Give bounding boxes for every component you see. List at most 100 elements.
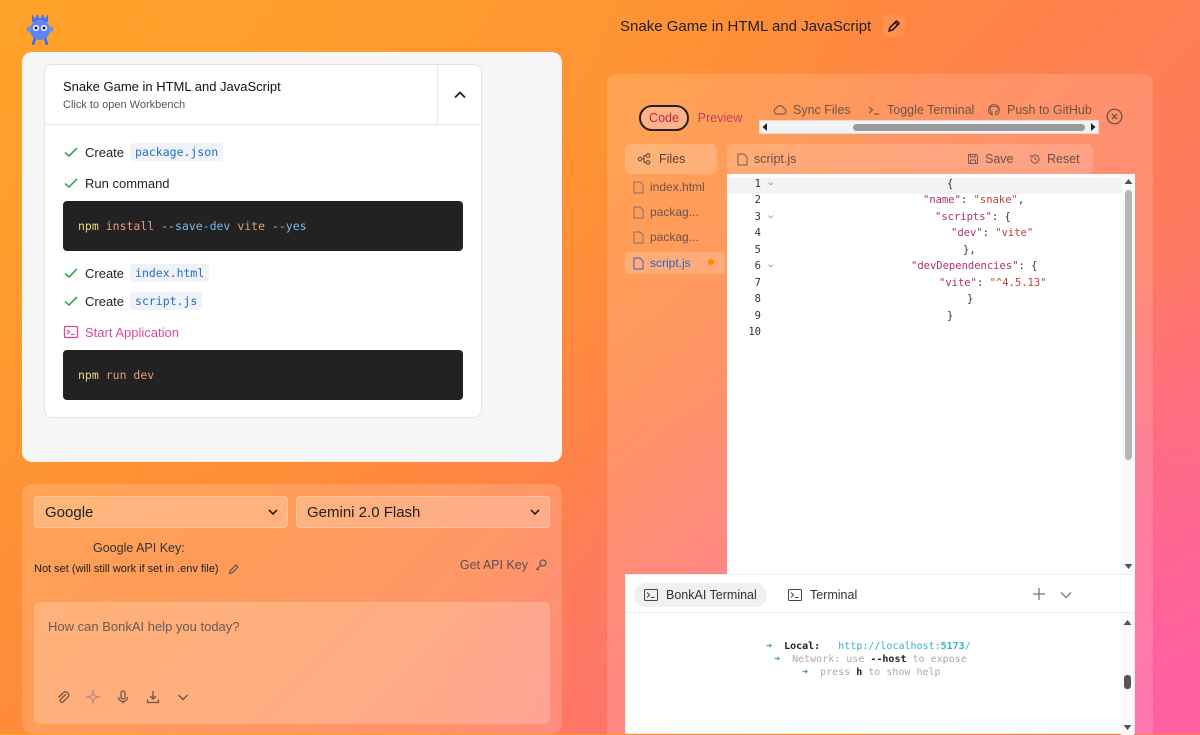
- line-number: 3: [754, 211, 761, 223]
- tab-bonkai-terminal[interactable]: BonkAI Terminal: [634, 583, 767, 607]
- tab-terminal[interactable]: Terminal: [778, 583, 867, 607]
- terminal-line-help: ➜ press h to show help: [802, 667, 941, 678]
- scroll-down-icon[interactable]: [1122, 562, 1135, 572]
- floppy-disk-icon: [968, 154, 978, 164]
- cmd-install: install: [105, 219, 155, 233]
- github-icon: [988, 103, 1000, 116]
- line-number: 6: [754, 260, 761, 272]
- code-editor[interactable]: 1 ⌵ { 2 "name": "snake", 3 ⌵ "scripts": …: [727, 174, 1135, 574]
- scroll-right-icon[interactable]: [1089, 121, 1097, 133]
- more-options-button[interactable]: [174, 688, 192, 706]
- save-button[interactable]: Save: [967, 152, 1014, 166]
- artifact-header[interactable]: Snake Game in HTML and JavaScript Click …: [45, 65, 481, 125]
- line-number: 1: [754, 178, 761, 190]
- add-terminal-icon[interactable]: [1030, 585, 1048, 603]
- reset-button[interactable]: Reset: [1029, 152, 1080, 166]
- microphone-icon: [117, 690, 129, 704]
- step-run-command: Run command: [63, 175, 170, 191]
- reset-label: Reset: [1047, 152, 1080, 166]
- close-workbench-icon[interactable]: [1106, 108, 1123, 125]
- cmd-npm: npm: [78, 219, 99, 233]
- get-api-key-link[interactable]: Get API Key: [460, 558, 548, 572]
- api-key-status: Not set (will still work if set in .env …: [34, 562, 241, 576]
- fold-icon[interactable]: ⌵: [768, 260, 773, 270]
- file-item-index-html[interactable]: index.html: [625, 176, 725, 198]
- model-select[interactable]: Gemini 2.0 Flash: [296, 496, 550, 528]
- file-chip: package.json: [130, 143, 224, 161]
- prompt-input[interactable]: [34, 602, 550, 682]
- tab-code[interactable]: Code: [639, 105, 689, 131]
- chevron-down-icon[interactable]: [1058, 587, 1074, 603]
- sync-files-label: Sync Files: [793, 103, 851, 117]
- artifact-subtitle: Click to open Workbench: [63, 99, 186, 111]
- history-icon: [1030, 154, 1040, 164]
- code-text: "vite": "^4.5.13": [939, 277, 1047, 289]
- push-to-github-button[interactable]: Push to GitHub: [987, 103, 1092, 117]
- code-text: "name": "snake",: [923, 194, 1025, 206]
- cmd-npm: npm: [78, 368, 99, 382]
- prompt-panel: Google Gemini 2.0 Flash Google API Key: …: [22, 484, 562, 734]
- attach-button[interactable]: [54, 688, 72, 706]
- edit-title-button[interactable]: [883, 15, 906, 37]
- scroll-down-icon[interactable]: [1121, 723, 1134, 733]
- scrollbar-thumb[interactable]: [1124, 675, 1131, 689]
- editor-vertical-scrollbar[interactable]: [1122, 174, 1135, 574]
- step-create-script-js: Create script.js: [63, 292, 203, 310]
- sync-files-button[interactable]: Sync Files: [773, 103, 851, 117]
- chevron-down-icon: [530, 509, 540, 516]
- json-key: "devDependencies": [911, 260, 1019, 272]
- tab-preview[interactable]: Preview: [689, 105, 751, 131]
- code-line: 10: [727, 326, 1122, 342]
- command-block-run-dev: npm run dev: [63, 350, 463, 400]
- file-icon: [633, 231, 644, 243]
- local-url-base: http://localhost:: [838, 641, 941, 652]
- step-create-package-json: Create package.json: [63, 143, 224, 161]
- voice-input-button[interactable]: [114, 688, 132, 706]
- cloud-sync-icon: [773, 105, 787, 115]
- toggle-terminal-button[interactable]: Toggle Terminal: [867, 103, 974, 117]
- network-host: --host: [870, 654, 907, 665]
- file-item-package-lock-json[interactable]: packag...: [625, 226, 725, 248]
- prompt-arrow: ➜: [802, 667, 809, 678]
- code-line: 6 ⌵ "devDependencies": {: [727, 260, 1122, 276]
- local-url-end: /: [964, 641, 971, 652]
- terminal-icon: [644, 589, 658, 601]
- json-value: "^4.5.13": [989, 277, 1047, 289]
- scroll-left-icon[interactable]: [761, 121, 769, 133]
- files-tab[interactable]: Files: [625, 144, 717, 174]
- editor-breadcrumb: script.js: [737, 152, 796, 166]
- save-label: Save: [985, 152, 1014, 166]
- scroll-up-icon[interactable]: [1122, 176, 1135, 186]
- collapse-artifact-button[interactable]: [437, 65, 481, 125]
- scroll-up-icon[interactable]: [1121, 617, 1134, 627]
- export-chat-button[interactable]: [144, 688, 162, 706]
- provider-select[interactable]: Google: [34, 496, 288, 528]
- json-key: "vite": [939, 277, 977, 289]
- pencil-icon[interactable]: [227, 562, 241, 576]
- local-label: Local:: [784, 641, 821, 652]
- toolbar-horizontal-scrollbar[interactable]: [759, 120, 1099, 134]
- fold-icon[interactable]: ⌵: [768, 178, 773, 188]
- file-item-package-json[interactable]: packag...: [625, 201, 725, 223]
- file-name: packag...: [650, 205, 699, 219]
- files-label: Files: [659, 152, 686, 166]
- model-value: Gemini 2.0 Flash: [307, 503, 421, 521]
- paperclip-icon: [58, 691, 70, 703]
- code-line: 4 "dev": "vite": [727, 227, 1122, 243]
- scrollbar-thumb[interactable]: [853, 124, 1085, 131]
- prompt-toolbar: [54, 688, 192, 706]
- help-press: press: [820, 667, 851, 678]
- chat-message-panel: Snake Game in HTML and JavaScript Click …: [22, 52, 562, 462]
- chat-title-bar: Snake Game in HTML and JavaScript: [620, 14, 906, 38]
- file-chip: index.html: [130, 264, 210, 282]
- enhance-prompt-button[interactable]: [84, 688, 102, 706]
- code-text: }: [947, 310, 954, 322]
- network-post: to expose: [912, 654, 967, 665]
- terminal-vertical-scrollbar[interactable]: [1121, 613, 1134, 735]
- fold-icon[interactable]: ⌵: [768, 211, 773, 221]
- scrollbar-thumb[interactable]: [1125, 190, 1132, 460]
- local-url[interactable]: http://localhost:5173/: [838, 641, 970, 652]
- editor-filename: script.js: [754, 152, 797, 166]
- check-icon: [64, 178, 78, 189]
- terminal-icon: [788, 589, 802, 601]
